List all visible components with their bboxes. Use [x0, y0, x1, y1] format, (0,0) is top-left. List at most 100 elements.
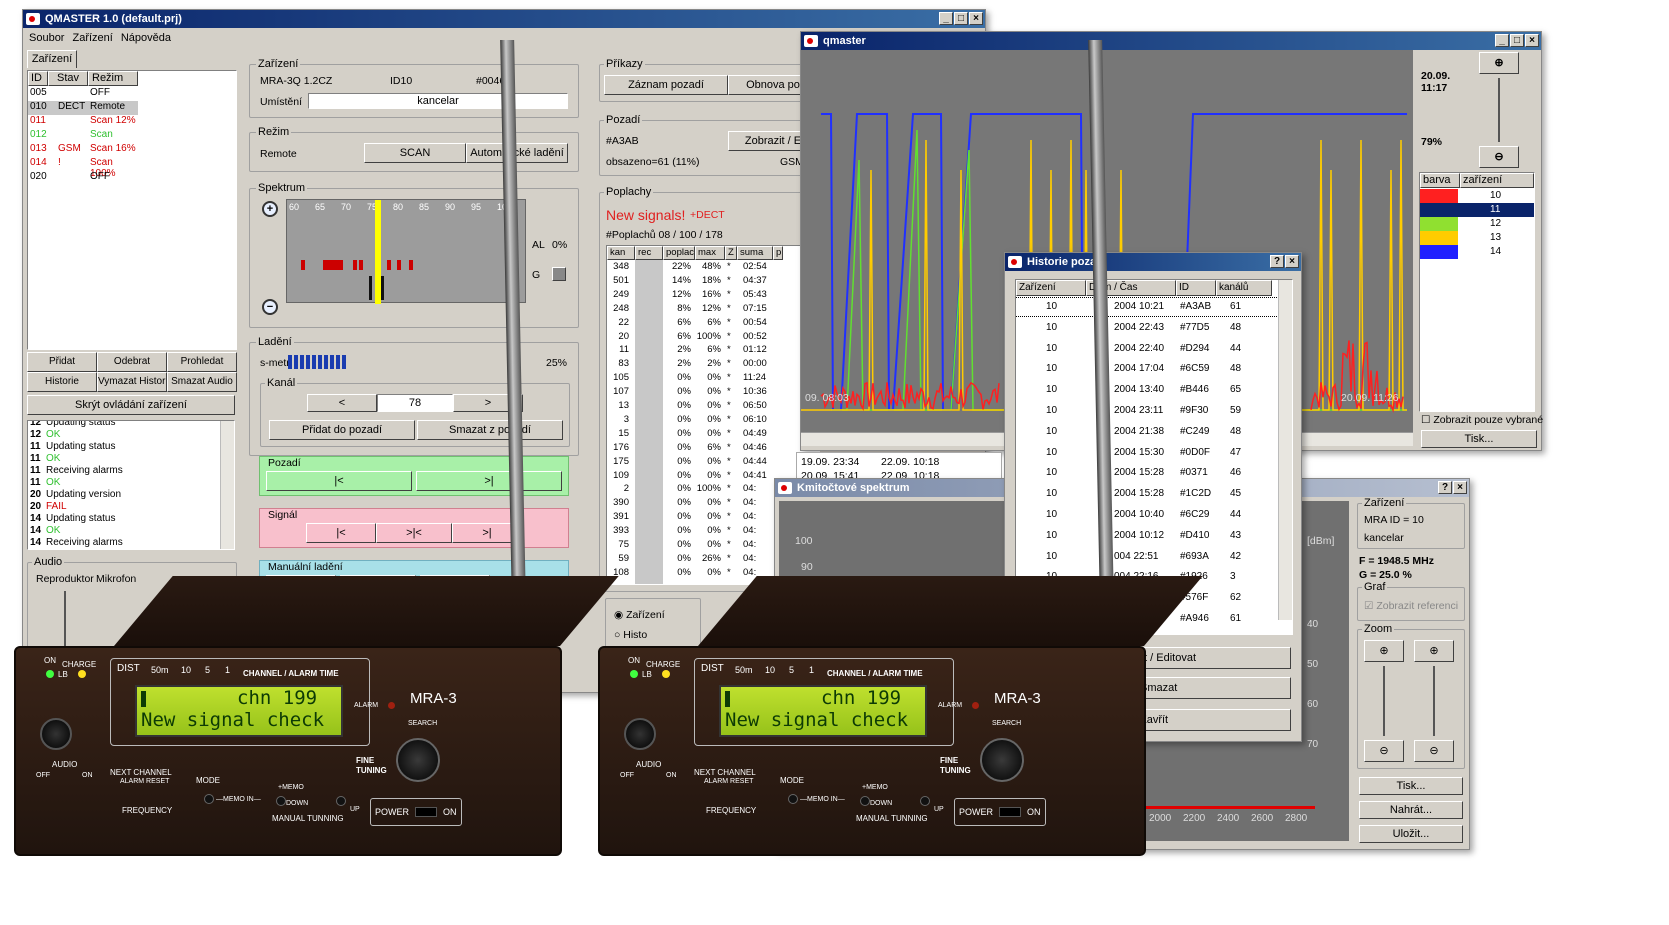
- poplachy-col-header[interactable]: kan: [607, 246, 635, 260]
- delete-audio-button[interactable]: Smazat Audio: [167, 372, 237, 392]
- col-rezim[interactable]: Režim: [88, 71, 138, 86]
- menu-soubor[interactable]: Soubor: [29, 32, 64, 44]
- poplachy-row[interactable]: 176 0% 6% * 04:46: [607, 442, 807, 455]
- auto-tune-button[interactable]: Automatické ladění: [466, 143, 568, 163]
- poplachy-row[interactable]: 107 0% 0% * 10:36: [607, 386, 807, 399]
- col-stav[interactable]: Stav: [48, 71, 88, 86]
- chart-zoom-slider[interactable]: [1498, 78, 1500, 142]
- device-row[interactable]: 005 OFF: [28, 87, 138, 101]
- historie-row[interactable]: 10 2004 15:28 #0371 46: [1016, 464, 1278, 482]
- search-knob[interactable]: [980, 738, 1024, 782]
- legend-table[interactable]: barva zařízení 10 11 12 13 14: [1419, 172, 1535, 412]
- legend-row[interactable]: 11: [1420, 203, 1534, 217]
- sp-zoom-in-x-button[interactable]: ⊕: [1364, 640, 1404, 662]
- history-button[interactable]: Historie: [27, 372, 97, 392]
- remove-button[interactable]: Odebrat: [97, 352, 167, 372]
- sp-zoom-in-y-button[interactable]: ⊕: [1414, 640, 1454, 662]
- legend-row[interactable]: 10: [1420, 189, 1534, 203]
- legend-col-barva[interactable]: barva: [1420, 173, 1460, 188]
- sp-zoom-y-slider[interactable]: [1433, 666, 1435, 736]
- historie-help-button[interactable]: ?: [1270, 255, 1284, 268]
- up-button[interactable]: [336, 796, 346, 806]
- historie-close-button[interactable]: ×: [1285, 255, 1299, 268]
- historie-row[interactable]: 10 2004 22:43 #77D5 48: [1016, 319, 1278, 337]
- device-row[interactable]: 012 Scan: [28, 129, 138, 143]
- g-button[interactable]: [552, 267, 566, 281]
- historie-row[interactable]: 10 2004 17:04 #6C59 48: [1016, 360, 1278, 378]
- poplachy-col-header[interactable]: poplach: [663, 246, 695, 260]
- device-row[interactable]: 013 GSM Scan 16%: [28, 143, 138, 157]
- kanal-input[interactable]: 78: [377, 394, 453, 412]
- poplachy-row[interactable]: 249 12% 16% * 05:43: [607, 289, 807, 302]
- sp-zoom-out-x-button[interactable]: ⊖: [1364, 740, 1404, 762]
- legend-row[interactable]: 13: [1420, 231, 1534, 245]
- poplachy-row[interactable]: 501 14% 18% * 04:37: [607, 275, 807, 288]
- power-switch[interactable]: [415, 807, 437, 817]
- poplachy-col-header[interactable]: max: [695, 246, 725, 260]
- historie-col-header[interactable]: ID: [1176, 280, 1216, 296]
- up-button[interactable]: [920, 796, 930, 806]
- device-row[interactable]: 014! Scan 100%: [28, 157, 138, 179]
- umisteni-input[interactable]: kancelar: [308, 93, 568, 109]
- legend-row[interactable]: 12: [1420, 217, 1534, 231]
- device-row[interactable]: 011 Scan 12%: [28, 115, 138, 129]
- audio-knob[interactable]: [40, 718, 72, 750]
- memo-button[interactable]: [860, 796, 870, 806]
- maximize-button[interactable]: □: [954, 12, 968, 25]
- device-row[interactable]: 010 DECT Remote: [28, 101, 138, 115]
- chart-zoom-in-button[interactable]: ⊕: [1479, 52, 1519, 74]
- sp-ref-checkbox[interactable]: ☑ Zobrazit referenci: [1364, 600, 1458, 612]
- clear-history-button[interactable]: Vymazat Historii: [97, 372, 167, 392]
- sp-save-button[interactable]: Uložit...: [1359, 825, 1463, 843]
- poplachy-row[interactable]: 3 0% 0% * 06:10: [607, 414, 807, 427]
- poplachy-col-header[interactable]: Z: [725, 246, 737, 260]
- device-list[interactable]: ID Stav Režim 005 OFF 010 DECT Remote 011 Scan…: [27, 70, 237, 350]
- poplachy-row[interactable]: 20 6% 100% * 00:52: [607, 331, 807, 344]
- pozadi-first-button[interactable]: |<: [266, 471, 412, 491]
- chart-close-button[interactable]: ×: [1525, 34, 1539, 47]
- remove-background-button[interactable]: Smazat z pozadí: [417, 420, 563, 440]
- chart-maximize-button[interactable]: □: [1510, 34, 1524, 47]
- historie-scrollbar[interactable]: [1278, 280, 1292, 620]
- historie-row[interactable]: 10 2004 15:30 #0D0F 47: [1016, 444, 1278, 462]
- spektrum-help-button[interactable]: ?: [1438, 481, 1452, 494]
- historie-row[interactable]: 10 2004 10:40 #6C29 44: [1016, 506, 1278, 524]
- zaznam-pozadi-button[interactable]: Záznam pozadí: [604, 75, 728, 95]
- pozadi-last-button[interactable]: >|: [416, 471, 562, 491]
- add-button[interactable]: Přidat: [27, 352, 97, 372]
- kanal-prev-button[interactable]: <: [307, 394, 377, 412]
- add-background-button[interactable]: Přidat do pozadí: [269, 420, 415, 440]
- log-scrollbar[interactable]: [220, 421, 234, 549]
- sp-load-button[interactable]: Nahrát...: [1359, 801, 1463, 819]
- poplachy-row[interactable]: 83 2% 2% * 00:00: [607, 358, 807, 371]
- poplachy-row[interactable]: 15 0% 0% * 04:49: [607, 428, 807, 441]
- poplachy-col-header[interactable]: p: [773, 246, 783, 260]
- zoom-in-icon[interactable]: +: [262, 201, 278, 217]
- historie-row[interactable]: 10 2004 15:28 #1C2D 45: [1016, 485, 1278, 503]
- mode-button[interactable]: [204, 794, 214, 804]
- sp-zoom-x-slider[interactable]: [1383, 666, 1385, 736]
- menu-zarizeni[interactable]: Zařízení: [72, 32, 112, 44]
- memo-button[interactable]: [276, 796, 286, 806]
- historie-row[interactable]: 10 2004 21:38 #C249 48: [1016, 423, 1278, 441]
- device-row[interactable]: 020 OFF: [28, 171, 138, 185]
- search-knob[interactable]: [396, 738, 440, 782]
- historie-row[interactable]: 10 2004 10:12 #D410 43: [1016, 527, 1278, 545]
- search-button[interactable]: Prohledat: [167, 352, 237, 372]
- poplachy-row[interactable]: 175 0% 0% * 04:44: [607, 456, 807, 469]
- hide-controls-button[interactable]: Skrýt ovládání zařízení: [27, 395, 235, 415]
- signal-mid-button[interactable]: >|<: [376, 523, 452, 543]
- historie-row[interactable]: 10 2004 13:40 #B446 65: [1016, 381, 1278, 399]
- historie-row[interactable]: 10 2004 23:11 #9F30 59: [1016, 402, 1278, 420]
- legend-row[interactable]: 14: [1420, 245, 1534, 259]
- close-button[interactable]: ×: [969, 12, 983, 25]
- poplachy-row[interactable]: 22 6% 6% * 00:54: [607, 317, 807, 330]
- signal-first-button[interactable]: |<: [306, 523, 376, 543]
- sp-print-button[interactable]: Tisk...: [1359, 777, 1463, 795]
- audio-knob[interactable]: [624, 718, 656, 750]
- historie-col-header[interactable]: Zařízení: [1016, 280, 1086, 296]
- zoom-out-icon[interactable]: −: [262, 299, 278, 315]
- power-switch[interactable]: [999, 807, 1021, 817]
- historie-row[interactable]: 10 2004 10:21 #A3AB 61: [1016, 297, 1279, 317]
- sp-zoom-out-y-button[interactable]: ⊖: [1414, 740, 1454, 762]
